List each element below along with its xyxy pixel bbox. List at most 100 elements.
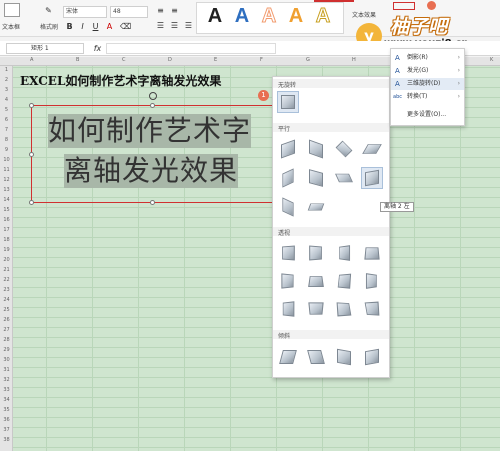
name-box[interactable]: 矩形 1 xyxy=(6,43,84,54)
row-header[interactable]: 23 xyxy=(0,287,13,293)
wordart-style-1[interactable]: A xyxy=(203,4,227,28)
perspective-option[interactable] xyxy=(334,243,354,263)
column-header[interactable]: B xyxy=(76,57,79,63)
row-header[interactable]: 2 xyxy=(0,77,13,83)
parallel-option[interactable] xyxy=(278,168,298,188)
menu-item-reflection[interactable]: A 倒影(R) › xyxy=(391,52,464,64)
row-header[interactable]: 21 xyxy=(0,267,13,273)
parallel-option[interactable] xyxy=(306,139,326,159)
row-header[interactable]: 34 xyxy=(0,397,13,403)
row-header[interactable]: 4 xyxy=(0,97,13,103)
perspective-option[interactable] xyxy=(306,271,326,291)
format-painter-icon[interactable]: ✎ xyxy=(43,5,54,16)
parallel-option[interactable] xyxy=(361,167,383,189)
perspective-option[interactable] xyxy=(362,243,382,263)
column-header[interactable]: H xyxy=(352,57,356,63)
row-header[interactable]: 37 xyxy=(0,427,13,433)
row-header[interactable]: 25 xyxy=(0,307,13,313)
align-top-icon[interactable]: ≡ xyxy=(155,5,166,16)
oblique-option[interactable] xyxy=(278,347,298,367)
row-header[interactable]: 3 xyxy=(0,87,13,93)
text-effect-button-highlight[interactable] xyxy=(393,2,415,10)
menu-item-transform[interactable]: abc 转换(T) › xyxy=(391,91,464,103)
menu-item-more-settings[interactable]: 更多设置(O)... xyxy=(391,109,464,121)
row-header[interactable]: 32 xyxy=(0,377,13,383)
wordart-style-3[interactable]: A xyxy=(257,4,281,28)
row-header[interactable]: 17 xyxy=(0,227,13,233)
row-header[interactable]: 38 xyxy=(0,437,13,443)
textbox-label[interactable]: 文本框 xyxy=(2,22,20,31)
row-header[interactable]: 33 xyxy=(0,387,13,393)
column-header[interactable]: C xyxy=(122,57,126,63)
column-header[interactable]: D xyxy=(168,57,172,63)
align-right-icon[interactable]: ☰ xyxy=(183,20,194,31)
oblique-option[interactable] xyxy=(306,347,326,367)
row-header[interactable]: 6 xyxy=(0,117,13,123)
perspective-option[interactable] xyxy=(362,271,382,291)
wordart-style-2[interactable]: A xyxy=(230,4,254,28)
perspective-option[interactable] xyxy=(278,243,298,263)
parallel-option[interactable] xyxy=(306,197,326,217)
perspective-option[interactable] xyxy=(278,299,298,319)
row-header[interactable]: 30 xyxy=(0,357,13,363)
row-header[interactable]: 35 xyxy=(0,407,13,413)
wordart-line-1[interactable]: 如何制作艺术字 xyxy=(48,114,252,148)
parallel-option[interactable] xyxy=(278,197,298,217)
row-header[interactable]: 8 xyxy=(0,137,13,143)
underline-icon[interactable]: U xyxy=(90,21,101,32)
row-header[interactable]: 31 xyxy=(0,367,13,373)
row-header[interactable]: 11 xyxy=(0,167,13,173)
align-middle-icon[interactable]: ≡ xyxy=(169,5,180,16)
sheet-heading[interactable]: EXCEL如何制作艺术字离轴发光效果 xyxy=(20,72,221,89)
column-header[interactable]: A xyxy=(30,57,33,63)
align-center-icon[interactable]: ☰ xyxy=(169,20,180,31)
row-header[interactable]: 14 xyxy=(0,197,13,203)
row-header[interactable]: 9 xyxy=(0,147,13,153)
row-header[interactable]: 24 xyxy=(0,297,13,303)
row-header[interactable]: 22 xyxy=(0,277,13,283)
column-header[interactable]: K xyxy=(490,57,493,63)
row-header[interactable]: 10 xyxy=(0,157,13,163)
column-header[interactable]: F xyxy=(260,57,263,63)
row-header[interactable]: 20 xyxy=(0,257,13,263)
wordart-line-2[interactable]: 离轴发光效果 xyxy=(64,154,239,188)
row-header[interactable]: 28 xyxy=(0,337,13,343)
format-painter-label[interactable]: 格式刷 xyxy=(40,22,58,31)
parallel-option[interactable] xyxy=(306,168,326,188)
resize-handle-bm[interactable] xyxy=(150,200,155,205)
row-header[interactable]: 36 xyxy=(0,417,13,423)
italic-icon[interactable]: I xyxy=(77,21,88,32)
rotate-handle-icon[interactable] xyxy=(149,92,157,100)
perspective-option[interactable] xyxy=(278,271,298,291)
perspective-option[interactable] xyxy=(362,299,382,319)
bold-icon[interactable]: B xyxy=(64,21,75,32)
insert-function-icon[interactable]: fx xyxy=(92,43,103,54)
column-header[interactable]: E xyxy=(214,57,217,63)
wordart-style-5[interactable]: A xyxy=(311,4,335,28)
font-size-select[interactable]: 48 xyxy=(110,6,148,18)
align-left-icon[interactable]: ☰ xyxy=(155,20,166,31)
row-header[interactable]: 16 xyxy=(0,217,13,223)
column-header[interactable]: G xyxy=(306,57,310,63)
no-rotation-option[interactable] xyxy=(277,91,299,113)
resize-handle-tm[interactable] xyxy=(150,103,155,108)
clear-format-icon[interactable]: ⌫ xyxy=(120,21,131,32)
row-header[interactable]: 18 xyxy=(0,237,13,243)
row-header[interactable]: 1 xyxy=(0,67,13,73)
row-header[interactable]: 29 xyxy=(0,347,13,353)
text-effect-label[interactable]: 文本效果 xyxy=(352,10,376,19)
perspective-option[interactable] xyxy=(306,299,326,319)
oblique-option[interactable] xyxy=(334,347,354,367)
font-name-select[interactable]: 宋体 xyxy=(63,6,107,18)
oblique-option[interactable] xyxy=(362,347,382,367)
row-header[interactable]: 7 xyxy=(0,127,13,133)
row-header[interactable]: 13 xyxy=(0,187,13,193)
wordart-textbox[interactable]: 如何制作艺术字 离轴发光效果 1 xyxy=(29,90,274,205)
parallel-option[interactable] xyxy=(362,139,382,159)
textbox-icon[interactable] xyxy=(4,3,20,17)
perspective-option[interactable] xyxy=(306,243,326,263)
perspective-option[interactable] xyxy=(334,271,354,291)
menu-item-glow[interactable]: A 发光(G) › xyxy=(391,65,464,77)
row-header[interactable]: 15 xyxy=(0,207,13,213)
row-header[interactable]: 27 xyxy=(0,327,13,333)
